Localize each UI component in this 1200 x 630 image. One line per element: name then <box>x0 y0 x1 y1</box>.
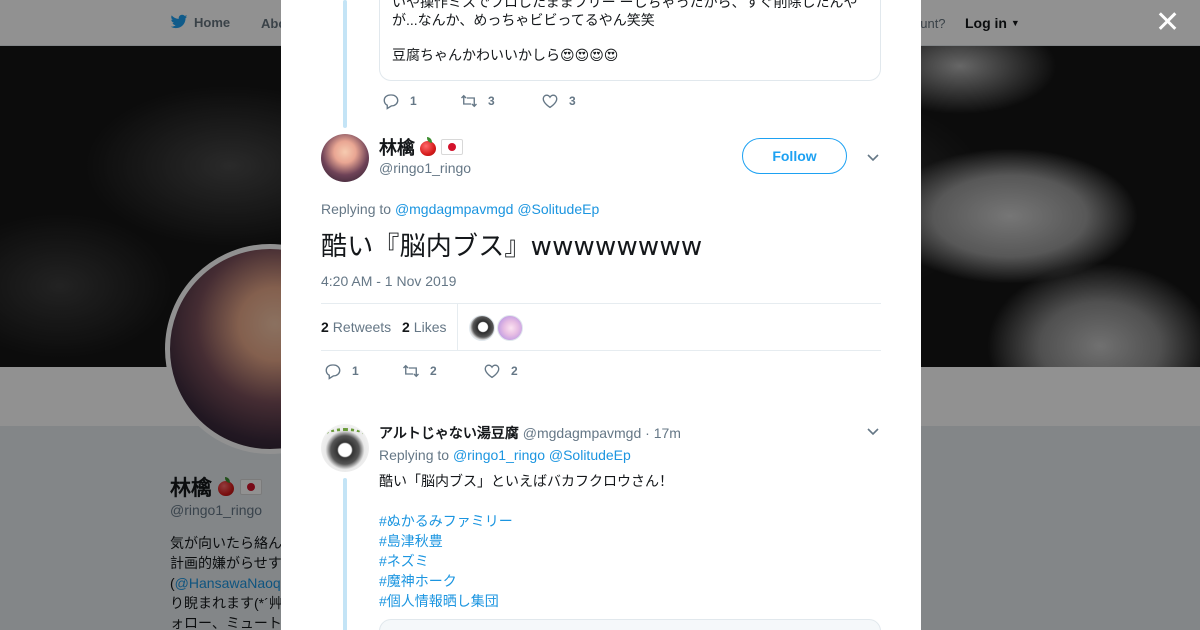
hashtag-link[interactable]: #ぬかるみファミリー <box>379 511 513 531</box>
tweet-text: 酷い『脳内ブス』wwwwwwww <box>321 232 703 262</box>
thread-line-bottom <box>343 478 347 630</box>
main-tweet-actions: 1 2 2 <box>324 362 518 380</box>
retweet-button[interactable]: 3 <box>460 92 541 110</box>
mention-link[interactable]: @SolitudeEp <box>517 201 599 217</box>
close-icon[interactable]: ✕ <box>1155 8 1180 38</box>
like-button[interactable]: 2 <box>483 362 518 380</box>
follow-button[interactable]: Follow <box>742 138 847 174</box>
retweet-icon <box>460 92 478 110</box>
mention-link[interactable]: @ringo1_ringo <box>453 447 545 463</box>
reply-button[interactable]: 1 <box>324 362 402 380</box>
chevron-down-icon[interactable] <box>865 423 881 439</box>
liker-avatar[interactable] <box>469 315 495 341</box>
hashtag-link[interactable]: #島津秋豊 <box>379 531 443 551</box>
tweet-timestamp[interactable]: 4:20 AM - 1 Nov 2019 <box>321 273 456 289</box>
replying-to-line: Replying to @ringo1_ringo @SolitudeEp <box>379 447 631 463</box>
retweets-label: Retweets <box>332 319 392 335</box>
like-count: 2 <box>511 364 518 378</box>
tweet-author-name[interactable]: 林檎 <box>379 134 463 160</box>
tweet-author-avatar[interactable] <box>321 134 369 182</box>
like-count: 3 <box>569 94 576 108</box>
reply-media-card[interactable] <box>379 619 881 630</box>
reply-count: 1 <box>352 364 359 378</box>
reply-tweet-text: 酷い「脳内ブス」といえばバカフクロウさん！ <box>379 473 673 489</box>
thread-line-top <box>343 0 347 128</box>
heart-icon <box>483 362 501 380</box>
heart-icon <box>541 92 559 110</box>
chevron-down-icon[interactable] <box>865 149 881 165</box>
reply-icon <box>324 362 342 380</box>
retweet-count: 3 <box>488 94 495 108</box>
reply-author-avatar[interactable] <box>321 424 369 472</box>
reply-icon <box>382 92 400 110</box>
reply-time[interactable]: · 17m <box>645 425 681 441</box>
hashtag-link[interactable]: #魔神ホーク <box>379 571 457 591</box>
likes-count: 2 <box>402 319 410 335</box>
retweets-count: 2 <box>321 319 329 335</box>
reply-button[interactable]: 1 <box>382 92 460 110</box>
liker-avatar[interactable] <box>497 315 523 341</box>
reply-tweet-header: アルトじゃない湯豆腐 @mgdagmpavmgd · 17m <box>379 423 681 443</box>
tweet-author-handle[interactable]: @ringo1_ringo <box>379 160 471 176</box>
mention-link[interactable]: @SolitudeEp <box>549 447 631 463</box>
quoted-tweet-line: 豆腐ちゃんかわいいかしら😍😍😍😍 <box>392 47 619 63</box>
quoted-tweet-card[interactable]: いや操作ミスでフロしたままフリー ーしちゃったから、すぐ削除したんや が...な… <box>379 0 881 81</box>
parent-tweet-actions: 1 3 3 <box>382 92 576 110</box>
hashtag-link[interactable]: #ネズミ <box>379 551 429 571</box>
quoted-tweet-line: が...なんか、めっちゃビビってるやん笑笑 <box>392 12 655 28</box>
mention-link[interactable]: @mgdagmpavmgd <box>395 201 514 217</box>
replying-to-prefix: Replying to <box>379 447 450 463</box>
retweets-stat[interactable]: 2 Retweets <box>321 319 391 335</box>
japan-flag-icon <box>441 139 463 155</box>
stats-divider <box>457 304 458 351</box>
retweet-icon <box>402 362 420 380</box>
retweet-button[interactable]: 2 <box>402 362 483 380</box>
reply-count: 1 <box>410 94 417 108</box>
likes-label: Likes <box>413 319 447 335</box>
like-button[interactable]: 3 <box>541 92 576 110</box>
replying-to-prefix: Replying to <box>321 201 392 217</box>
tweet-modal: いや操作ミスでフロしたままフリー ーしちゃったから、すぐ削除したんや が...な… <box>281 0 921 630</box>
reply-author-handle[interactable]: @mgdagmpavmgd <box>523 425 642 441</box>
hashtag-link[interactable]: #個人情報晒し集団 <box>379 591 499 611</box>
likes-stat[interactable]: 2 Likes <box>402 319 446 335</box>
retweet-count: 2 <box>430 364 437 378</box>
reply-author-name[interactable]: アルトじゃない湯豆腐 <box>379 425 519 441</box>
apple-emoji-icon <box>419 137 437 157</box>
tweet-stats: 2 Retweets 2 Likes <box>321 303 881 351</box>
replying-to-line: Replying to @mgdagmpavmgd @SolitudeEp <box>321 201 599 217</box>
tweet-author-name-text: 林檎 <box>379 138 415 158</box>
